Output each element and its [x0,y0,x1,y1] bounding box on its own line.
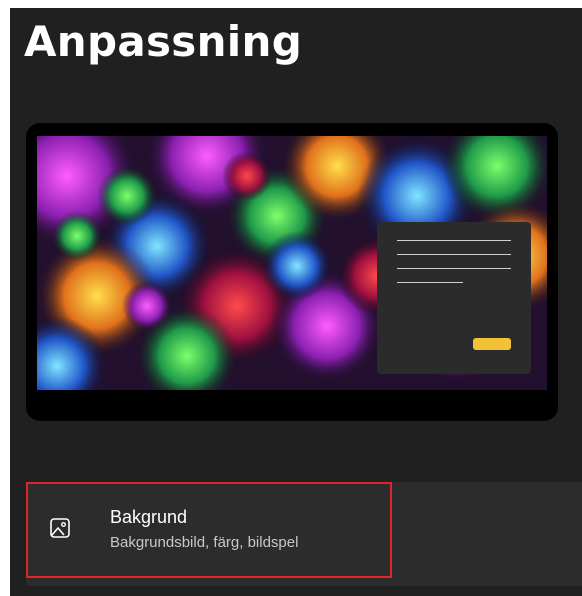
wallpaper-preview [37,136,547,390]
dialog-text-line [397,282,463,283]
setting-item-title: Bakgrund [110,507,188,527]
sample-dialog [377,222,531,374]
theme-preview [26,123,558,421]
image-icon [48,516,72,540]
dialog-accent-button [473,338,511,350]
dialog-text-line [397,268,511,269]
highlight-box [26,482,392,578]
dialog-text-line [397,240,511,241]
setting-item-subtitle: Bakgrundsbild, färg, bildspel [110,534,299,551]
dialog-text-line [397,254,511,255]
page-title: Anpassning [24,17,303,66]
